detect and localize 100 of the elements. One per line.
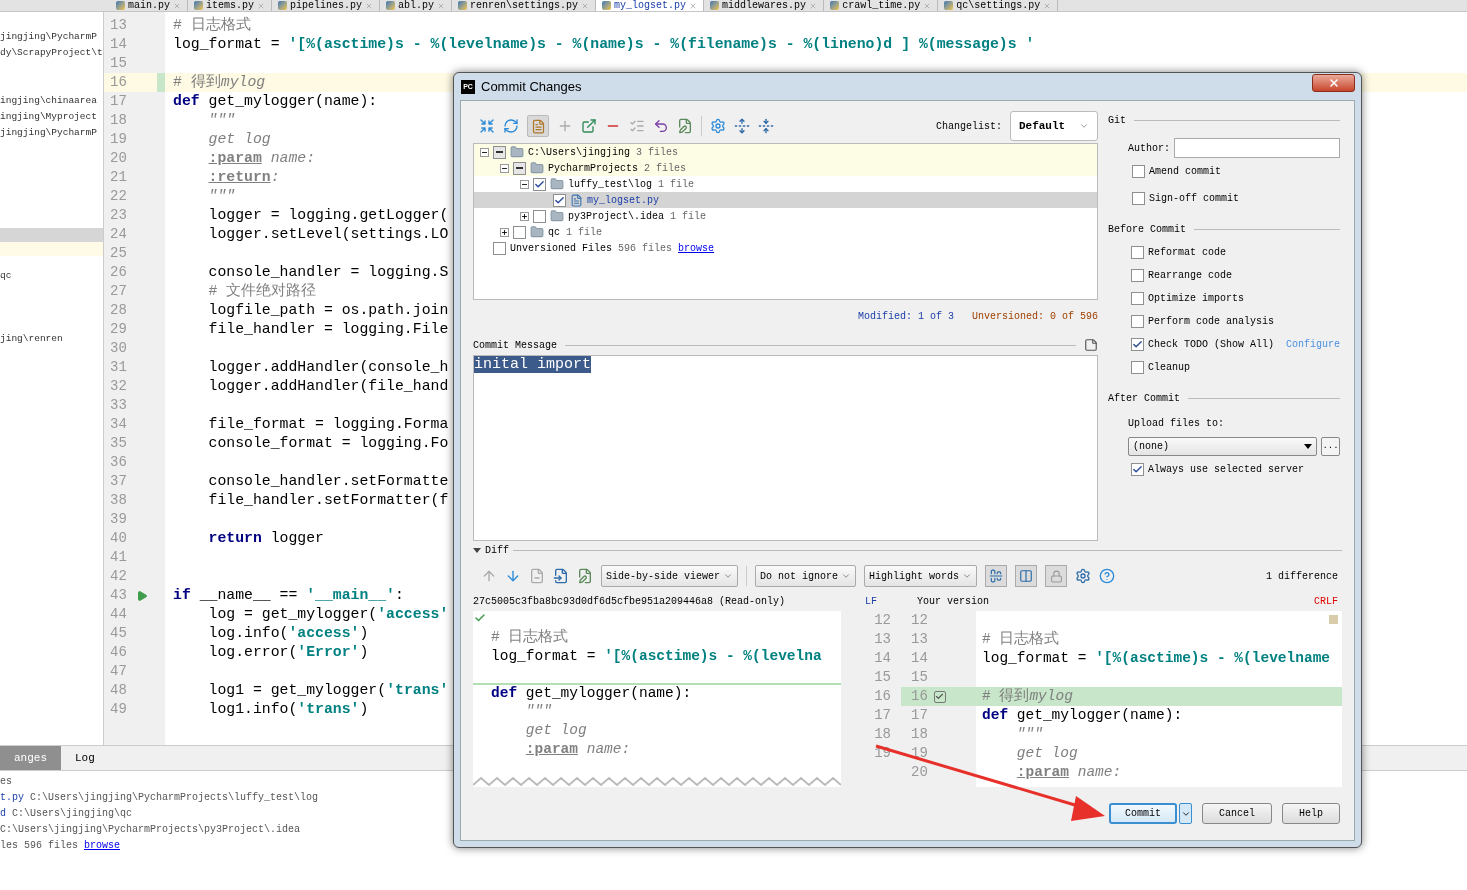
option-label[interactable]: Always use selected server <box>1147 462 1304 477</box>
project-path[interactable]: ingjing\chinaarea <box>0 93 103 109</box>
option-label[interactable]: Sign-off commit <box>1148 191 1239 206</box>
open-icon[interactable] <box>581 118 597 134</box>
close-icon[interactable] <box>365 1 374 10</box>
editor-tab[interactable]: items.py <box>188 0 273 11</box>
lock-button[interactable] <box>1045 565 1068 587</box>
expand-toggle[interactable] <box>520 179 529 189</box>
expand-toggle[interactable] <box>520 211 529 221</box>
project-path[interactable]: ingjing\Myproject <box>0 109 103 125</box>
checkbox[interactable] <box>1130 292 1144 305</box>
dialog-button[interactable]: Cancel <box>1202 803 1272 824</box>
checkbox[interactable] <box>1130 463 1144 476</box>
diff-title[interactable]: Diff <box>485 542 509 558</box>
align-button[interactable] <box>985 565 1008 587</box>
refresh-icon[interactable] <box>503 118 519 134</box>
option-label[interactable]: Perform code analysis <box>1147 314 1274 329</box>
project-path[interactable]: jingjing\PycharmP <box>0 125 103 141</box>
file-icon[interactable] <box>529 568 545 584</box>
checkbox[interactable] <box>1130 338 1144 351</box>
checkbox[interactable] <box>553 193 566 207</box>
dialog-button[interactable]: Help <box>1282 803 1340 824</box>
editor-tab[interactable]: pipelines.py <box>272 0 381 11</box>
file-jump-icon[interactable] <box>553 568 569 584</box>
tree-row[interactable]: luffy_test\log 1 file <box>474 176 1097 192</box>
tree-row[interactable]: py3Project\.idea 1 file <box>474 208 1097 224</box>
help-icon[interactable] <box>1099 568 1116 584</box>
editor-tab[interactable]: middlewares.py <box>704 0 825 11</box>
checkbox[interactable] <box>1130 269 1144 282</box>
close-icon[interactable] <box>1043 1 1052 10</box>
collapse-triangle-icon[interactable] <box>473 547 481 553</box>
server-select[interactable]: (none) <box>1127 437 1317 456</box>
plus-icon[interactable] <box>557 118 573 134</box>
editor-tab[interactable]: my_logset.py <box>596 0 705 11</box>
option-label[interactable]: Optimize imports <box>1147 291 1244 306</box>
menu-arrow-button[interactable] <box>1179 803 1192 824</box>
checkbox[interactable] <box>493 241 506 255</box>
columns-button[interactable] <box>1015 565 1038 587</box>
panel-tab[interactable]: Log <box>61 746 109 770</box>
include-checkbox[interactable] <box>933 690 946 703</box>
checkbox[interactable] <box>533 177 546 191</box>
ignore-dropdown[interactable]: Do not ignore <box>755 565 857 587</box>
close-icon[interactable] <box>437 1 446 10</box>
highlight-dropdown[interactable]: Highlight words <box>864 565 978 587</box>
close-icon[interactable] <box>257 1 266 10</box>
settings-icon[interactable] <box>710 118 726 134</box>
editor-tab[interactable]: crawl_time.py <box>824 0 939 11</box>
option-label[interactable]: Cleanup <box>1147 360 1190 375</box>
checkbox[interactable] <box>493 145 506 159</box>
edit-file-icon[interactable] <box>677 118 693 134</box>
browse-link[interactable]: browse <box>678 242 715 254</box>
close-icon[interactable] <box>173 1 181 10</box>
project-path[interactable]: qc <box>0 268 103 284</box>
expand-toggle[interactable] <box>500 163 509 173</box>
editor-tab[interactable]: qc\settings.py <box>938 0 1059 11</box>
list-icon[interactable] <box>629 118 645 134</box>
browse-link[interactable]: browse <box>84 840 121 851</box>
checkbox[interactable] <box>1130 361 1144 374</box>
browse-button[interactable]: ... <box>1321 437 1340 456</box>
editor-tab[interactable]: abl.py <box>380 0 453 11</box>
checkbox[interactable] <box>1131 192 1145 205</box>
checkbox[interactable] <box>1131 165 1145 178</box>
close-icon[interactable] <box>809 1 818 10</box>
tree-row[interactable]: qc 1 file <box>474 224 1097 240</box>
option-label[interactable]: Rearrange code <box>1147 268 1232 283</box>
edit-file-icon[interactable] <box>577 568 593 584</box>
run-icon[interactable] <box>136 589 148 602</box>
project-path[interactable]: jingjing\PycharmP <box>0 29 103 45</box>
expand-all-icon[interactable] <box>734 118 750 134</box>
close-icon[interactable] <box>689 1 698 10</box>
expand-toggle[interactable] <box>480 147 489 157</box>
undo-icon[interactable] <box>653 118 669 134</box>
tree-row[interactable]: my_logset.py <box>474 192 1097 208</box>
close-button[interactable] <box>1312 73 1355 92</box>
tree-row[interactable]: Unversioned Files 596 files browse <box>474 240 1097 256</box>
tree-row[interactable]: C:\Users\jingjing 3 files <box>474 144 1097 160</box>
project-path[interactable]: jing\renren <box>0 331 103 347</box>
checkbox[interactable] <box>513 161 526 175</box>
project-path[interactable]: dy\ScrapyProject\t <box>0 45 103 61</box>
option-label[interactable]: Reformat code <box>1147 245 1226 260</box>
settings-icon[interactable] <box>1075 568 1092 584</box>
commit-message-field[interactable]: inital import <box>473 355 1098 541</box>
checkbox[interactable] <box>1130 246 1144 259</box>
close-icon[interactable] <box>923 1 932 10</box>
collapse-all-icon[interactable] <box>758 118 774 134</box>
message-history-icon[interactable] <box>1083 338 1098 353</box>
expand-toggle[interactable] <box>500 227 509 237</box>
dialog-button[interactable]: Commit <box>1109 803 1177 824</box>
checkbox[interactable] <box>513 225 526 239</box>
arrows-icon[interactable] <box>479 118 495 134</box>
checkbox[interactable] <box>1130 315 1144 328</box>
option-label[interactable]: Check TODO (Show All) <box>1147 337 1274 352</box>
option-label[interactable]: Amend commit <box>1148 164 1221 179</box>
editor-tab[interactable]: main.py <box>110 0 188 11</box>
viewer-dropdown[interactable]: Side-by-side viewer <box>601 565 739 587</box>
author-field[interactable] <box>1173 138 1340 158</box>
toggle-button[interactable] <box>527 115 549 137</box>
checkbox[interactable] <box>533 209 546 223</box>
changelist-select[interactable]: Default <box>1009 111 1098 141</box>
tree-row[interactable]: PycharmProjects 2 files <box>474 160 1097 176</box>
